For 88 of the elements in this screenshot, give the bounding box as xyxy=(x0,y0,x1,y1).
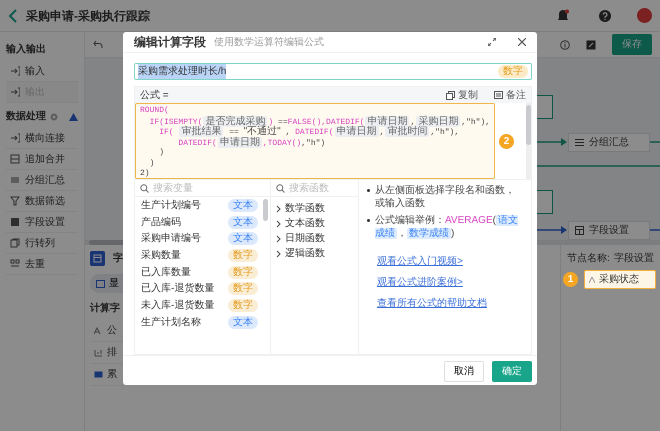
info-icon[interactable] xyxy=(560,40,570,50)
gear-icon[interactable] xyxy=(50,112,58,120)
type-badge: 数字 xyxy=(228,266,258,279)
section-heading: 输入输出 xyxy=(6,42,46,57)
function-category[interactable]: 文本函数 xyxy=(271,216,330,231)
function-category[interactable]: 数学函数 xyxy=(271,201,330,216)
item-icon xyxy=(10,133,20,143)
help-link[interactable]: 观看公式入门视频> xyxy=(377,254,463,269)
item-icon xyxy=(10,66,20,76)
callout-badge: 1 xyxy=(563,272,578,287)
variable-search-field[interactable]: 搜索变量 xyxy=(153,180,265,196)
type-badge: 数字 xyxy=(228,298,258,312)
node-card[interactable] xyxy=(537,95,553,119)
item-icon xyxy=(10,196,20,206)
search-icon xyxy=(140,184,149,192)
item-icon xyxy=(10,87,20,97)
item-icon xyxy=(10,154,20,164)
copy-icon xyxy=(446,90,455,100)
close-icon[interactable] xyxy=(518,38,526,46)
item-icon xyxy=(10,217,20,227)
layout-icon[interactable] xyxy=(586,40,596,50)
dialog-title: 编辑计算字段 xyxy=(134,34,206,51)
variable-item[interactable]: 采购申请编号 xyxy=(141,231,201,246)
tab-button[interactable]: 显 xyxy=(90,274,123,293)
variable-item[interactable]: 已入库-退货数量 xyxy=(141,281,214,296)
type-badge: 数字 xyxy=(498,65,528,78)
flow-node[interactable]: 分组汇总 xyxy=(568,133,650,152)
formula-code[interactable]: ROUND( IF(ISEMPTY( 是否完成采购 ) ==FALSE(),DATEDIF( 申请日期 , 采购日期 ,"h"), IF( 审批结果 == "不通过" , DATEDIF( 申请日期 , 审批时间 ,"h"), DATEDIF( 申请日期 ,TODAY(),"h") ) ) 2) xyxy=(135,103,496,179)
image-icon xyxy=(96,280,105,288)
list-icon xyxy=(575,138,584,147)
section-heading: 计算字 xyxy=(90,303,120,314)
type-badge: 文本 xyxy=(228,198,258,212)
function-search-field[interactable]: 搜索函数 xyxy=(289,180,353,196)
copy-button[interactable]: 复制 xyxy=(446,88,478,102)
scrollbar-thumb[interactable] xyxy=(263,199,268,221)
field-item[interactable]: 采购状态 xyxy=(584,270,656,289)
undo-icon[interactable] xyxy=(93,40,103,49)
name-field[interactable]: 采购需求处理时长/h 数字 xyxy=(134,63,532,80)
item-icon xyxy=(94,348,103,356)
item-icon xyxy=(10,259,20,269)
scrollbar-thumb[interactable] xyxy=(89,240,123,245)
function-category[interactable]: 日期函数 xyxy=(271,231,330,246)
cancel-button[interactable]: 取消 xyxy=(444,361,484,382)
help-link[interactable]: 观看公式进阶案例> xyxy=(377,275,463,290)
type-badge: 数字 xyxy=(228,248,258,262)
type-badge: 文本 xyxy=(228,316,258,329)
callout-badge: 2 xyxy=(499,134,514,148)
variable-item[interactable]: 产品编码 xyxy=(141,214,181,230)
item-icon xyxy=(94,370,103,378)
item-icon xyxy=(10,175,20,185)
search-icon xyxy=(276,184,285,192)
bell-icon[interactable] xyxy=(557,9,569,22)
help-link[interactable]: 查看所有公式的帮助文档 xyxy=(377,296,487,311)
confirm-button[interactable]: 确定 xyxy=(492,361,532,382)
scrollbar-thumb[interactable] xyxy=(526,105,531,145)
node-card[interactable] xyxy=(537,190,553,214)
table-icon xyxy=(575,226,584,235)
variable-item[interactable]: 采购数量 xyxy=(141,248,181,263)
type-badge: 文本 xyxy=(228,216,258,229)
variable-item[interactable]: 生产计划编号 xyxy=(141,198,201,213)
variable-item[interactable]: 生产计划名称 xyxy=(141,314,201,330)
page-title: 采购申请-采购执行跟踪 xyxy=(26,8,150,24)
function-category[interactable]: 逻辑函数 xyxy=(271,246,330,261)
help-text: 公式编辑举例：AVERAGE( 语文成绩 ， 数学成绩 ) xyxy=(375,214,519,240)
back-icon[interactable] xyxy=(8,8,18,22)
item-icon xyxy=(94,326,103,334)
field-label: 节点名称: xyxy=(567,252,610,266)
variable-item[interactable]: 已入库数量 xyxy=(141,264,191,280)
formula-label: 公式 = xyxy=(140,88,169,102)
text-type-icon xyxy=(589,276,595,282)
table-icon xyxy=(90,251,105,266)
note-button[interactable]: 备注 xyxy=(494,88,526,102)
help-icon[interactable] xyxy=(599,10,611,22)
note-icon xyxy=(494,90,503,100)
type-badge: 文本 xyxy=(228,232,258,246)
field-value: 字段设置 xyxy=(614,252,654,266)
flow-node[interactable]: 字段设置 xyxy=(568,221,650,240)
type-badge: 数字 xyxy=(228,282,258,296)
variable-item[interactable]: 未入库-退货数量 xyxy=(141,298,214,313)
expand-icon[interactable] xyxy=(488,38,496,46)
avatar-icon[interactable] xyxy=(637,8,652,23)
bullet-icon xyxy=(367,189,370,192)
dialog-subtitle: 使用数学运算符编辑公式 xyxy=(214,36,324,50)
item-icon xyxy=(10,238,20,248)
help-text: 从左侧面板选择字段名和函数，或输入函数 xyxy=(375,184,516,210)
section-heading: 数据处理 xyxy=(6,110,46,124)
bullet-icon xyxy=(367,219,370,222)
panel-title: 字 xyxy=(113,251,123,266)
